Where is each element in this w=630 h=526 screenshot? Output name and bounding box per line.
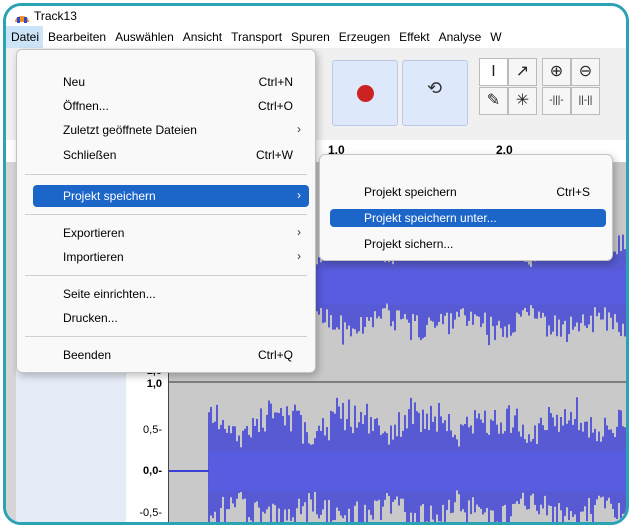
menu-item-label: Neu xyxy=(63,75,86,89)
submenu-item-projekt-sichern[interactable]: Projekt sichern... xyxy=(326,233,606,255)
menu-item-importieren[interactable]: Importieren › xyxy=(23,246,309,268)
submenu-arrow-icon: › xyxy=(297,225,301,239)
menu-analyse[interactable]: Analyse xyxy=(434,26,486,48)
submenu-item-projekt-speichern-unter[interactable]: Projekt speichern unter... xyxy=(330,209,606,227)
menu-datei[interactable]: Datei xyxy=(6,26,44,48)
submenu-item-projekt-speichern[interactable]: Projekt speichern Ctrl+S xyxy=(326,181,606,203)
menu-transport[interactable]: Transport xyxy=(226,26,286,48)
selection-tool-icon[interactable]: I xyxy=(479,58,508,86)
menu-item-shortcut: Ctrl+W xyxy=(256,148,293,162)
scale-label: -0,5- xyxy=(139,507,162,519)
loop-icon: ⟲ xyxy=(427,78,443,98)
menu-separator xyxy=(25,174,307,175)
menu-item-shortcut: Ctrl+N xyxy=(258,75,293,89)
menu-item-label: Projekt speichern xyxy=(364,185,457,199)
menu-item-beenden[interactable]: Beenden Ctrl+Q xyxy=(23,344,309,366)
zoom-out-icon[interactable]: ⊖ xyxy=(571,58,600,86)
submenu-arrow-icon: › xyxy=(297,122,301,136)
file-menu: Neu Ctrl+N Öffnen... Ctrl+O Zuletzt geöf… xyxy=(16,49,316,373)
submenu-arrow-icon: › xyxy=(297,249,301,263)
menu-item-label: Seite einrichten... xyxy=(63,287,156,301)
menu-item-projekt-speichern[interactable]: Projekt speichern › xyxy=(33,185,309,207)
menu-item-drucken[interactable]: Drucken... xyxy=(23,307,309,329)
menu-item-label: Importieren xyxy=(63,250,124,264)
menu-item-label: Projekt speichern unter... xyxy=(364,211,497,225)
menu-item-schliessen[interactable]: Schließen Ctrl+W xyxy=(23,144,309,166)
menu-auswaehlen[interactable]: Auswählen xyxy=(110,26,178,48)
menu-separator xyxy=(25,214,307,215)
scale-label: 0,0- xyxy=(143,465,162,477)
menu-item-exportieren[interactable]: Exportieren › xyxy=(23,222,309,244)
draw-tool-icon[interactable]: ✎ xyxy=(479,87,508,115)
loop-button[interactable]: ⟲ xyxy=(402,60,468,126)
menu-erzeugen[interactable]: Erzeugen xyxy=(334,26,394,48)
envelope-tool-icon[interactable]: ↗ xyxy=(508,58,537,86)
app-window: Track13 Datei Bearbeiten Auswählen Ansicht T… xyxy=(3,3,629,525)
menu-item-label: Exportieren xyxy=(63,226,125,240)
menu-item-seite-einrichten[interactable]: Seite einrichten... xyxy=(23,283,309,305)
menu-ansicht[interactable]: Ansicht xyxy=(178,26,226,48)
menu-window-truncated[interactable]: W xyxy=(485,26,505,48)
window-title: Track13 xyxy=(34,9,77,23)
menu-item-label: Zuletzt geöffnete Dateien xyxy=(63,123,197,137)
menu-item-label: Schließen xyxy=(63,148,117,162)
record-button[interactable] xyxy=(332,60,398,126)
scale-label: 1,0 xyxy=(146,378,162,390)
scale-label: 0,5- xyxy=(143,424,162,436)
submenu-arrow-icon: › xyxy=(297,188,301,202)
menu-item-shortcut: Ctrl+O xyxy=(257,99,293,113)
menu-separator xyxy=(25,336,307,337)
record-icon xyxy=(357,85,374,102)
menu-item-shortcut: Ctrl+Q xyxy=(257,348,293,362)
menu-item-label: Öffnen... xyxy=(63,99,109,113)
save-submenu: Projekt speichern Ctrl+S Projekt speiche… xyxy=(319,154,613,261)
menu-effekt[interactable]: Effekt xyxy=(394,26,433,48)
menu-item-label: Drucken... xyxy=(63,311,118,325)
menu-item-zuletzt-geoeffnet[interactable]: Zuletzt geöffnete Dateien › xyxy=(23,119,309,141)
silence-icon[interactable]: ||-|| xyxy=(571,87,600,115)
menu-item-shortcut: Ctrl+S xyxy=(556,185,590,199)
trim-icon[interactable]: -|||- xyxy=(542,87,571,115)
menu-item-label: Projekt speichern xyxy=(63,189,156,203)
zoom-in-icon[interactable]: ⊕ xyxy=(542,58,571,86)
audacity-logo-icon xyxy=(15,16,29,23)
menu-item-label: Projekt sichern... xyxy=(364,237,454,251)
menu-separator xyxy=(25,275,307,276)
title-bar: Track13 xyxy=(6,6,626,26)
multi-tool-icon[interactable]: ✳ xyxy=(508,87,537,115)
menu-item-label: Beenden xyxy=(63,348,112,362)
menu-spuren[interactable]: Spuren xyxy=(286,26,334,48)
menu-item-oeffnen[interactable]: Öffnen... Ctrl+O xyxy=(23,95,309,117)
menu-bar: Datei Bearbeiten Auswählen Ansicht Transport… xyxy=(6,26,626,48)
menu-bearbeiten[interactable]: Bearbeiten xyxy=(43,26,110,48)
menu-item-neu[interactable]: Neu Ctrl+N xyxy=(23,71,309,93)
